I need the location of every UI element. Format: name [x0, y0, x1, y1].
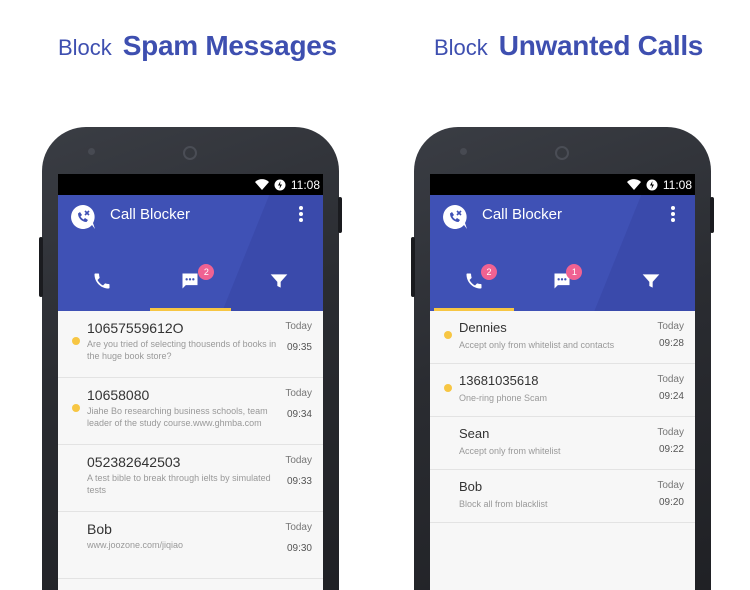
- row-time: 09:28: [658, 338, 684, 349]
- volume-button: [39, 237, 43, 297]
- block-rule: One-ring phone Scam: [459, 393, 548, 403]
- message-preview: A test bible to break through ielts by s…: [87, 473, 271, 495]
- unread-dot: [444, 384, 452, 392]
- filter-icon: [642, 274, 660, 288]
- row-day: Today: [285, 455, 312, 466]
- caller-number: 13681035618: [459, 373, 539, 388]
- headline-spam-messages: Block Spam Messages: [58, 30, 337, 66]
- missed-calls-badge: 2: [481, 264, 497, 280]
- phone-frame-calls: 11:08 Call Blocker 2 1 Dennies Accept on…: [411, 127, 714, 590]
- headline-emphasis: Unwanted Calls: [498, 30, 704, 61]
- volume-button: [411, 237, 415, 297]
- status-time: 11:08: [290, 177, 320, 192]
- unread-dot: [72, 404, 80, 412]
- message-preview: Jiahe Bo researching business schools, t…: [87, 406, 268, 428]
- tab-filter[interactable]: [235, 251, 323, 311]
- message-list: 10657559612O Are you tried of selecting …: [58, 311, 323, 579]
- filter-icon: [270, 274, 288, 288]
- block-rule: Block all from blacklist: [459, 499, 548, 509]
- unread-badge: 1: [566, 264, 583, 280]
- overflow-menu-icon[interactable]: [670, 206, 676, 222]
- call-list: Dennies Accept only from whitelist and c…: [430, 311, 695, 523]
- list-item[interactable]: Bob www.joozone.com/jiqiao Today 09:30: [58, 512, 323, 579]
- caller-name: Dennies: [459, 320, 507, 335]
- tab-bar: 2: [58, 251, 323, 311]
- block-rule: Accept only from whitelist: [459, 446, 561, 456]
- wifi-icon: [254, 179, 269, 190]
- unread-dot: [444, 331, 452, 339]
- list-item[interactable]: Dennies Accept only from whitelist and c…: [430, 311, 695, 364]
- caller-name: Sean: [459, 426, 490, 441]
- row-time: 09:20: [658, 497, 684, 508]
- block-rule: Accept only from whitelist and contacts: [459, 340, 615, 350]
- front-camera: [88, 148, 95, 155]
- status-bar: 11:08: [430, 174, 695, 195]
- app-title: Call Blocker: [482, 206, 563, 223]
- status-time: 11:08: [662, 177, 692, 192]
- app-bar: Call Blocker 2: [58, 195, 323, 311]
- tab-messages[interactable]: 2: [146, 251, 234, 311]
- call-blocker-logo-icon: [71, 205, 95, 229]
- row-day: Today: [657, 321, 684, 332]
- app-bar: Call Blocker 2 1: [430, 195, 695, 311]
- list-item[interactable]: 10657559612O Are you tried of selecting …: [58, 311, 323, 378]
- phone-frame-messages: 11:08 Call Blocker 2 10657559612O Are yo…: [39, 127, 342, 590]
- row-day: Today: [285, 388, 312, 399]
- unread-dot: [72, 337, 80, 345]
- speaker-grille: [555, 146, 569, 160]
- power-button: [710, 197, 714, 233]
- sender-number: 10657559612O: [87, 320, 184, 336]
- list-item[interactable]: 052382642503 A test bible to break throu…: [58, 445, 323, 512]
- row-day: Today: [657, 374, 684, 385]
- app-title: Call Blocker: [110, 206, 191, 223]
- sender-number: 10658080: [87, 387, 150, 403]
- tab-calls[interactable]: [58, 251, 146, 311]
- overflow-menu-icon[interactable]: [298, 206, 304, 222]
- status-bar: 11:08: [58, 174, 323, 195]
- row-time: 09:34: [286, 409, 312, 420]
- call-blocker-logo-icon: [443, 205, 467, 229]
- battery-saver-icon: [646, 179, 658, 190]
- front-camera: [460, 148, 467, 155]
- tab-bar: 2 1: [430, 251, 695, 311]
- caller-name: Bob: [459, 479, 483, 494]
- headline-emphasis: Spam Messages: [122, 30, 337, 61]
- list-item[interactable]: 13681035618 One-ring phone Scam Today 09…: [430, 364, 695, 417]
- row-day: Today: [657, 480, 684, 491]
- sender-number: 052382642503: [87, 454, 181, 470]
- row-day: Today: [657, 427, 684, 438]
- row-time: 09:30: [286, 543, 312, 554]
- tab-messages[interactable]: 1: [518, 251, 606, 311]
- list-item[interactable]: Bob Block all from blacklist Today 09:20: [430, 470, 695, 523]
- tab-calls[interactable]: 2: [430, 251, 518, 311]
- headline-prefix: Block: [58, 35, 112, 60]
- headline-prefix: Block: [434, 35, 488, 60]
- unread-badge: 2: [198, 264, 215, 280]
- battery-saver-icon: [274, 179, 286, 190]
- row-time: 09:33: [286, 476, 312, 487]
- phone-screen: 11:08 Call Blocker 2 1 Dennies Accept on…: [430, 174, 695, 590]
- power-button: [338, 197, 342, 233]
- list-item[interactable]: Sean Accept only from whitelist Today 09…: [430, 417, 695, 470]
- row-time: 09:35: [286, 342, 312, 353]
- phone-screen: 11:08 Call Blocker 2 10657559612O Are yo…: [58, 174, 323, 590]
- wifi-icon: [626, 179, 641, 190]
- headline-unwanted-calls: Block Unwanted Calls: [434, 30, 703, 66]
- tab-filter[interactable]: [607, 251, 695, 311]
- row-time: 09:22: [658, 444, 684, 455]
- phone-icon: [94, 273, 110, 289]
- row-time: 09:24: [658, 391, 684, 402]
- sender-name: Bob: [87, 521, 112, 537]
- list-item[interactable]: 10658080 Jiahe Bo researching business s…: [58, 378, 323, 445]
- row-day: Today: [285, 522, 312, 533]
- message-preview: www.joozone.com/jiqiao: [87, 540, 184, 550]
- row-day: Today: [285, 321, 312, 332]
- speaker-grille: [183, 146, 197, 160]
- message-preview: Are you tried of selecting thousends of …: [87, 339, 277, 361]
